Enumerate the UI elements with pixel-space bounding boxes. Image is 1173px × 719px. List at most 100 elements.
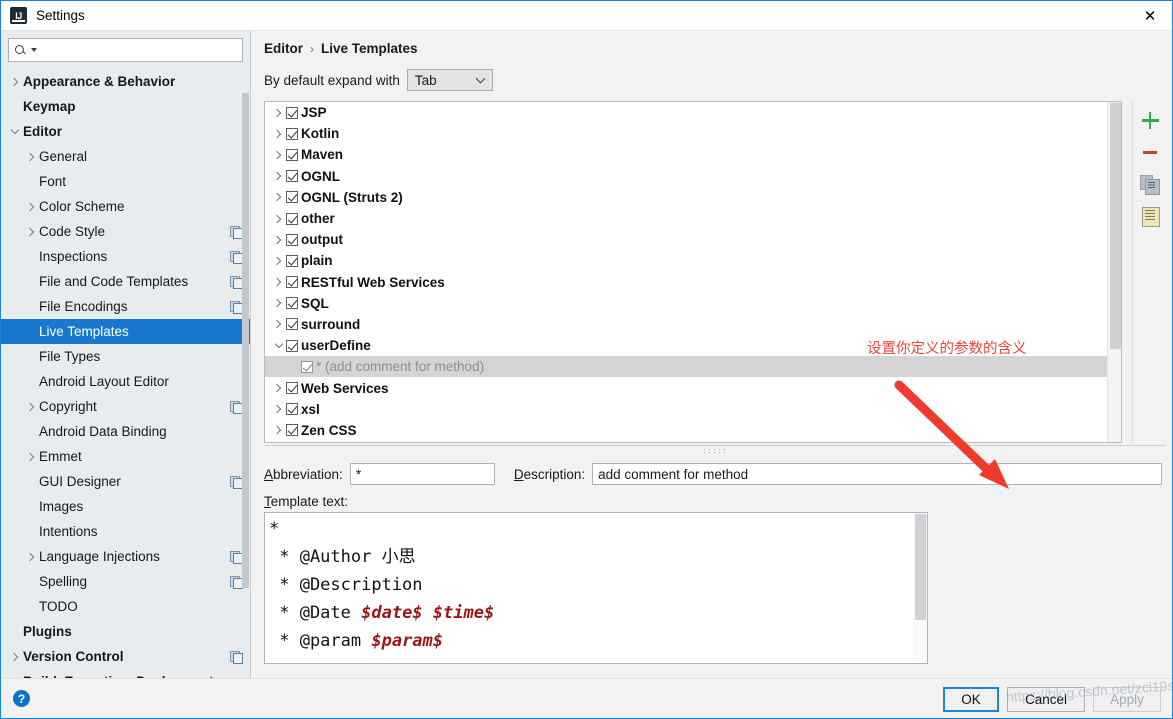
chevron-right-icon[interactable] bbox=[271, 383, 286, 393]
sidebar-scrollbar-thumb[interactable] bbox=[242, 93, 249, 588]
sidebar-item-todo[interactable]: TODO bbox=[1, 594, 250, 619]
template-group-row[interactable]: RESTful Web Services bbox=[265, 272, 1121, 293]
template-checkbox[interactable] bbox=[286, 318, 298, 331]
sidebar-item-color-scheme[interactable]: Color Scheme bbox=[1, 194, 250, 219]
template-checkbox[interactable] bbox=[286, 276, 298, 289]
sidebar-item-plugins[interactable]: Plugins bbox=[1, 619, 250, 644]
chevron-down-icon[interactable] bbox=[271, 339, 286, 349]
splitter-grip[interactable] bbox=[702, 447, 728, 453]
copy-settings-icon[interactable] bbox=[230, 400, 243, 414]
copy-settings-icon[interactable] bbox=[230, 575, 243, 589]
templates-tree[interactable]: JSP Kotlin Maven OGNL OGNL (Struts 2) other ou… bbox=[264, 101, 1122, 443]
sidebar-item-file-types[interactable]: File Types bbox=[1, 344, 250, 369]
template-checkbox[interactable] bbox=[286, 148, 298, 161]
template-group-row[interactable]: xsl bbox=[265, 399, 1121, 420]
chevron-right-icon[interactable] bbox=[271, 299, 286, 308]
chevron-right-icon[interactable] bbox=[271, 277, 286, 287]
copy-settings-icon[interactable] bbox=[230, 300, 243, 314]
sidebar-item-appearance-behavior[interactable]: Appearance & Behavior bbox=[1, 69, 250, 94]
template-checkbox[interactable] bbox=[286, 212, 298, 225]
ok-button[interactable]: OK bbox=[943, 687, 999, 712]
sidebar-item-file-encodings[interactable]: File Encodings bbox=[1, 294, 250, 319]
copy-settings-icon[interactable] bbox=[230, 650, 243, 664]
sidebar-item-version-control[interactable]: Version Control bbox=[1, 644, 250, 669]
template-group-row[interactable]: plain bbox=[265, 250, 1121, 271]
template-item-row[interactable]: * (add comment for method) bbox=[265, 356, 1121, 378]
template-group-row[interactable]: OGNL bbox=[265, 166, 1121, 187]
sidebar-item-font[interactable]: Font bbox=[1, 169, 250, 194]
duplicate-icon[interactable] bbox=[1139, 173, 1161, 195]
editor-scrollbar-thumb[interactable] bbox=[915, 514, 926, 620]
sidebar-item-emmet[interactable]: Emmet bbox=[1, 444, 250, 469]
chevron-right-icon[interactable] bbox=[271, 150, 286, 160]
sidebar-item-file-and-code-templates[interactable]: File and Code Templates bbox=[1, 269, 250, 294]
sidebar-item-keymap[interactable]: Keymap bbox=[1, 94, 250, 119]
chevron-right-icon[interactable] bbox=[271, 129, 286, 139]
sidebar-item-images[interactable]: Images bbox=[1, 494, 250, 519]
copy-settings-icon[interactable] bbox=[230, 275, 243, 289]
template-checkbox[interactable] bbox=[286, 191, 298, 204]
sidebar-item-language-injections[interactable]: Language Injections bbox=[1, 544, 250, 569]
chevron-right-icon[interactable] bbox=[271, 256, 286, 266]
template-group-row[interactable]: OGNL (Struts 2) bbox=[265, 187, 1121, 208]
template-checkbox[interactable] bbox=[286, 339, 298, 352]
copy-settings-icon[interactable] bbox=[230, 475, 243, 489]
editor-scrollbar[interactable] bbox=[913, 513, 927, 663]
template-checkbox[interactable] bbox=[286, 382, 298, 395]
sidebar-item-code-style[interactable]: Code Style bbox=[1, 219, 250, 244]
abbreviation-input[interactable]: * bbox=[349, 463, 495, 485]
template-group-row[interactable]: other bbox=[265, 208, 1121, 229]
template-checkbox[interactable] bbox=[286, 233, 298, 246]
chevron-right-icon[interactable] bbox=[271, 320, 286, 329]
copy-settings-icon[interactable] bbox=[230, 550, 243, 564]
sidebar-item-spelling[interactable]: Spelling bbox=[1, 569, 250, 594]
template-group-row[interactable]: Zen CSS bbox=[265, 420, 1121, 441]
chevron-right-icon[interactable] bbox=[271, 404, 286, 414]
help-icon[interactable]: ? bbox=[13, 690, 30, 707]
template-group-row[interactable]: JSP bbox=[265, 102, 1121, 123]
add-icon[interactable] bbox=[1139, 109, 1161, 131]
apply-button[interactable]: Apply bbox=[1093, 687, 1161, 712]
templates-scrollbar[interactable] bbox=[1107, 102, 1121, 442]
sidebar-item-live-templates[interactable]: Live Templates bbox=[1, 319, 250, 344]
copy-settings-icon[interactable] bbox=[230, 250, 243, 264]
template-checkbox[interactable] bbox=[286, 106, 298, 119]
search-input[interactable] bbox=[8, 38, 243, 62]
chevron-right-icon[interactable] bbox=[271, 193, 286, 202]
template-group-row[interactable]: surround bbox=[265, 314, 1121, 335]
default-expand-select[interactable]: Tab bbox=[406, 69, 493, 91]
template-group-row[interactable]: SQL bbox=[265, 293, 1121, 314]
sidebar-item-intentions[interactable]: Intentions bbox=[1, 519, 250, 544]
template-checkbox[interactable] bbox=[301, 360, 313, 373]
close-icon[interactable]: ✕ bbox=[1128, 1, 1172, 30]
template-checkbox[interactable] bbox=[286, 127, 298, 140]
template-checkbox[interactable] bbox=[286, 424, 298, 437]
chevron-right-icon[interactable] bbox=[271, 214, 286, 223]
sidebar-item-gui-designer[interactable]: GUI Designer bbox=[1, 469, 250, 494]
copy-settings-icon[interactable] bbox=[230, 225, 243, 239]
template-group-icon[interactable] bbox=[1139, 205, 1161, 227]
templates-scrollbar-thumb[interactable] bbox=[1110, 103, 1121, 349]
template-checkbox[interactable] bbox=[286, 403, 298, 416]
sidebar-item-copyright[interactable]: Copyright bbox=[1, 394, 250, 419]
template-checkbox[interactable] bbox=[286, 170, 298, 183]
sidebar-item-general[interactable]: General bbox=[1, 144, 250, 169]
template-group-row[interactable]: Kotlin bbox=[265, 123, 1121, 144]
sidebar-item-android-layout-editor[interactable]: Android Layout Editor bbox=[1, 369, 250, 394]
template-checkbox[interactable] bbox=[286, 297, 298, 310]
sidebar-item-build-execution-deployment[interactable]: Build, Execution, Deployment bbox=[1, 669, 250, 678]
remove-icon[interactable] bbox=[1139, 141, 1161, 163]
panel-splitter[interactable] bbox=[264, 445, 1166, 454]
template-text-editor[interactable]: * * @Author 小思 * @Description * @Date $d… bbox=[264, 512, 928, 664]
template-group-row[interactable]: Web Services bbox=[265, 377, 1121, 398]
template-group-row[interactable]: output bbox=[265, 229, 1121, 250]
breadcrumb-parent[interactable]: Editor bbox=[264, 41, 303, 56]
template-group-row[interactable]: Maven bbox=[265, 144, 1121, 165]
description-input[interactable]: add comment for method bbox=[592, 463, 1162, 485]
chevron-right-icon[interactable] bbox=[271, 171, 286, 181]
sidebar-item-inspections[interactable]: Inspections bbox=[1, 244, 250, 269]
cancel-button[interactable]: Cancel bbox=[1007, 687, 1085, 712]
chevron-right-icon[interactable] bbox=[271, 108, 286, 117]
sidebar-item-android-data-binding[interactable]: Android Data Binding bbox=[1, 419, 250, 444]
chevron-right-icon[interactable] bbox=[271, 426, 286, 435]
